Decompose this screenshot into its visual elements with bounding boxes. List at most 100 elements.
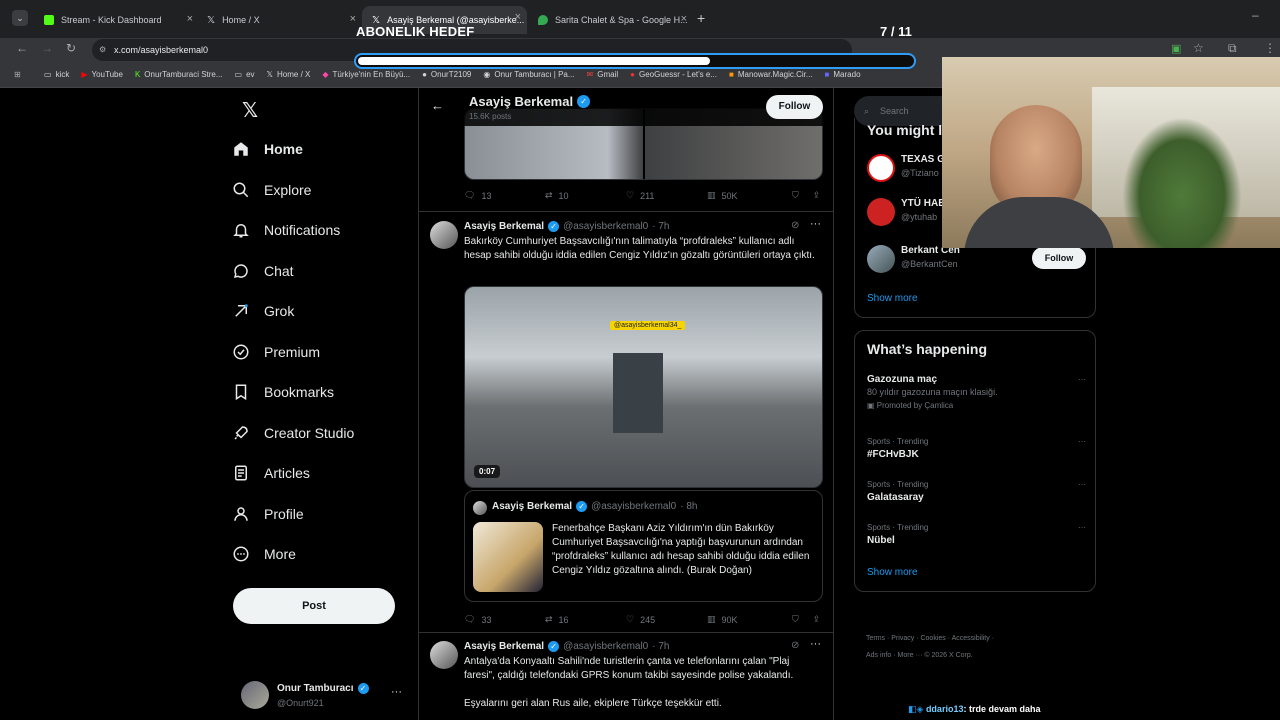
tweet-time[interactable]: · 7h (652, 221, 669, 232)
author-name[interactable]: Asayiş Berkemal (464, 641, 544, 652)
tweet[interactable]: Asayiş Berkemal ✓ @asayisberkemal0 · 7h ⊘ ·… (419, 633, 833, 720)
avatar (867, 198, 895, 226)
tab-search-icon[interactable]: ⌄ (12, 10, 28, 26)
show-more-link[interactable]: Show more (867, 567, 918, 578)
bookmark-onurt2109[interactable]: ● OnurT2109 (422, 70, 471, 79)
nav-grok[interactable]: Grok (232, 291, 412, 332)
menu-icon[interactable]: ⋮ (1264, 41, 1276, 55)
footer-link-more[interactable]: More ··· (898, 652, 923, 659)
more-options-icon[interactable]: ··· (810, 638, 821, 650)
footer-link-privacy[interactable]: Privacy (891, 635, 914, 642)
video-watermark: @asayisberkemal34_ (610, 321, 686, 330)
bookmark-home-x[interactable]: 𝕏 Home / X (267, 70, 311, 79)
quoted-tweet[interactable]: Asayiş Berkemal ✓ @asayisberkemal0 · 8h Fen… (464, 490, 823, 602)
nav-profile[interactable]: Profile (232, 494, 412, 535)
more-options-icon[interactable]: ··· (1078, 435, 1086, 448)
tab-sarita-chalet[interactable]: Sarita Chalet & Spa - Google H... × (528, 8, 693, 32)
share-icon[interactable]: ⇪ (813, 190, 821, 201)
trend-item[interactable]: Gazozuna maç 80 yıldır gazozuna maçın kl… (867, 373, 1092, 412)
account-switcher[interactable]: Onur Tamburacı ✓ @Onurt921 ··· (241, 681, 411, 711)
trend-item[interactable]: Sports · Trending #FCHvBJK ··· (867, 435, 1092, 461)
more-options-icon[interactable]: ··· (1078, 478, 1086, 491)
tab-home-x[interactable]: 𝕏 Home / X × (197, 8, 362, 32)
close-tab-icon[interactable]: × (515, 11, 521, 23)
reply-button[interactable]: 🗨 13 (464, 190, 545, 201)
nav-more[interactable]: More (232, 534, 412, 575)
footer-link-ads-info[interactable]: Ads info (866, 652, 891, 659)
bookmark-turkiye[interactable]: ◆ Türkiye'nin En Büyü... (322, 70, 410, 79)
footer-link-accessibility[interactable]: Accessibility (952, 635, 990, 642)
tweet-time[interactable]: · 7h (652, 641, 669, 652)
follow-button[interactable]: Follow (766, 95, 823, 119)
nav-premium[interactable]: Premium (232, 332, 412, 373)
bookmark-youtube[interactable]: ▶ YouTube (81, 70, 123, 79)
more-options-icon[interactable]: ··· (810, 218, 821, 230)
bookmark-manowar[interactable]: ■ Manowar.Magic.Cir... (729, 70, 813, 79)
star-icon[interactable]: ☆ (1193, 41, 1204, 55)
bookmark-gmail[interactable]: ✉ Gmail (587, 70, 619, 79)
minimize-icon[interactable]: – (1252, 8, 1259, 22)
views-icon: ▥ (707, 614, 716, 624)
back-icon[interactable]: ← (16, 41, 28, 55)
trend-item[interactable]: Sports · Trending Nübel ··· (867, 521, 1092, 547)
site-icon: ■ (729, 70, 734, 79)
forward-icon[interactable]: → (41, 41, 53, 55)
bookmark-geoguessr[interactable]: ● GeoGuessr - Let's e... (630, 70, 717, 79)
close-tab-icon[interactable]: × (681, 13, 687, 25)
extension-icon[interactable]: ▣ (1171, 42, 1181, 55)
nav-home[interactable]: Home (232, 129, 412, 170)
bookmark-icon[interactable]: ⛉ (792, 614, 799, 625)
nav-notifications[interactable]: Notifications (232, 210, 412, 251)
new-tab-icon[interactable]: + (697, 10, 705, 26)
bookmark-icon[interactable]: ⛉ (792, 190, 799, 201)
apps-icon[interactable]: ⊞ (14, 70, 21, 79)
views-button[interactable]: ▥ 50K (707, 190, 788, 201)
bookmark-ev[interactable]: ▭ ev (235, 70, 255, 79)
reload-icon[interactable]: ↻ (66, 41, 76, 55)
extensions-puzzle-icon[interactable]: ⧉ (1228, 41, 1237, 56)
x-logo-icon[interactable]: 𝕏 (242, 98, 258, 123)
more-options-icon[interactable]: ··· (391, 686, 402, 698)
like-button[interactable]: ♡ 245 (626, 614, 707, 625)
retweet-button[interactable]: ⇄ 10 (545, 190, 626, 201)
author-name[interactable]: Asayiş Berkemal (464, 221, 544, 232)
close-tab-icon[interactable]: × (187, 13, 193, 25)
tab-kick-dashboard[interactable]: Stream - Kick Dashboard × (34, 8, 199, 32)
suggestion-item[interactable]: Berkant Cen @BerkantCen Follow (867, 243, 1092, 277)
footer-link-cookies[interactable]: Cookies (920, 635, 945, 642)
nav-chat[interactable]: Chat (232, 251, 412, 292)
kick-icon (44, 15, 54, 25)
grok-icon[interactable]: ⊘ (791, 220, 799, 231)
follow-button[interactable]: Follow (1032, 247, 1086, 269)
nav-creator-studio[interactable]: Creator Studio (232, 413, 412, 454)
trend-item[interactable]: Sports · Trending Galatasaray ··· (867, 478, 1092, 504)
back-arrow-icon[interactable]: ← (431, 98, 444, 113)
bookmark-onur-tamburaci[interactable]: ◉ Onur Tamburacı | Pa... (483, 70, 574, 79)
bookmark-kick[interactable]: ▭ kick (44, 70, 69, 79)
avatar (473, 501, 487, 515)
tab-label: Home / X (222, 15, 260, 25)
show-more-link[interactable]: Show more (867, 293, 918, 304)
whats-happening-title: What’s happening (867, 341, 988, 357)
reply-button[interactable]: 🗨 33 (464, 614, 545, 625)
bookmark-onurtamburaci[interactable]: K OnurTamburaci Stre... (135, 70, 223, 79)
grok-icon[interactable]: ⊘ (791, 640, 799, 651)
nav-explore[interactable]: Explore (232, 170, 412, 211)
nav-articles[interactable]: Articles (232, 453, 412, 494)
share-icon[interactable]: ⇪ (813, 614, 821, 625)
like-button[interactable]: ♡ 211 (626, 190, 707, 201)
tweet[interactable]: Asayiş Berkemal ✓ @asayisberkemal0 · 7h ⊘ ·… (419, 212, 833, 633)
tweet-video[interactable]: @asayisberkemal34_ 0:07 (464, 286, 823, 488)
bookmark-marado[interactable]: ■ Marado (825, 70, 861, 79)
more-options-icon[interactable]: ··· (1078, 373, 1086, 386)
nav-bookmarks[interactable]: Bookmarks (232, 372, 412, 413)
site-info-icon[interactable]: ⚙ (99, 39, 106, 61)
post-button[interactable]: Post (233, 588, 395, 624)
avatar[interactable] (430, 641, 458, 669)
video-duration: 0:07 (474, 465, 501, 478)
views-button[interactable]: ▥ 90K (707, 614, 788, 625)
retweet-button[interactable]: ⇄ 16 (545, 614, 626, 625)
more-options-icon[interactable]: ··· (1078, 521, 1086, 534)
avatar[interactable] (430, 221, 458, 249)
footer-link-terms[interactable]: Terms (866, 635, 885, 642)
